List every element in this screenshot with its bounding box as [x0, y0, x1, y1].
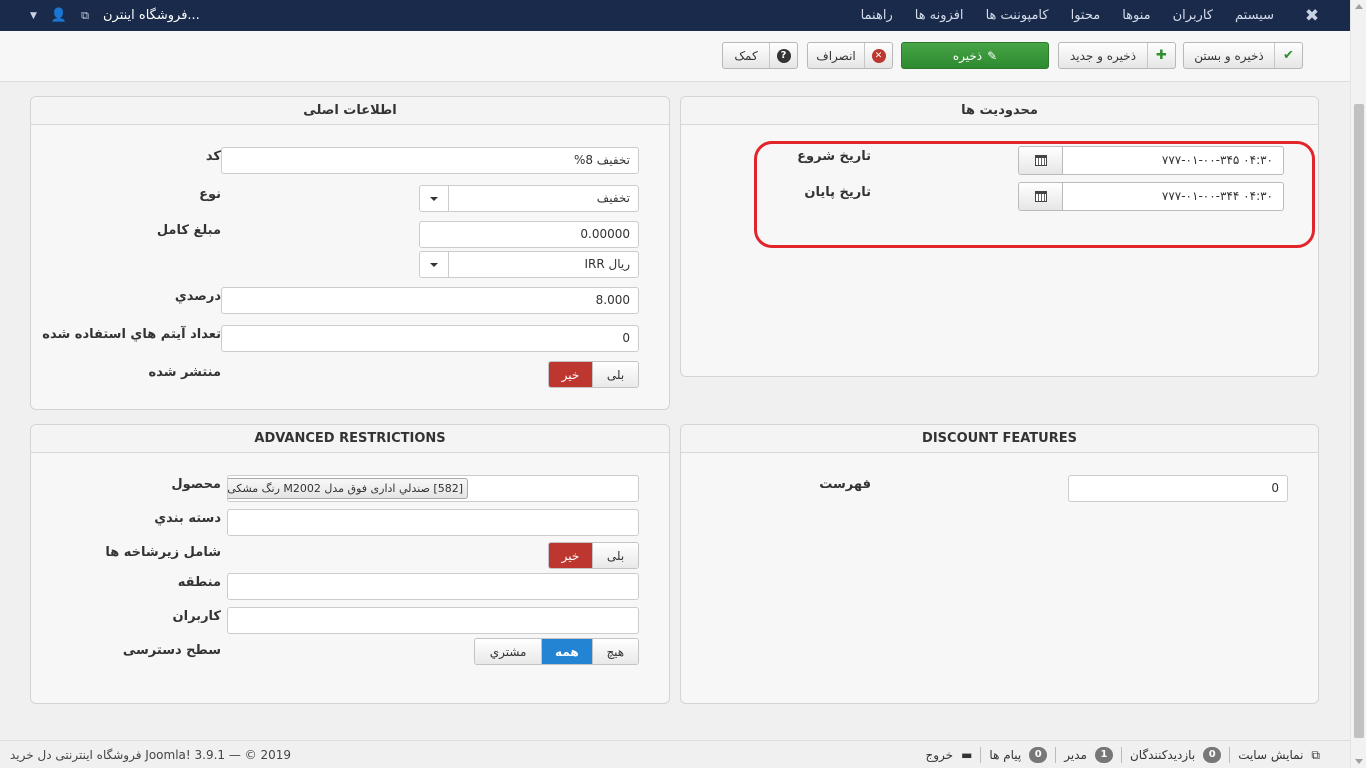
region-input[interactable] [227, 573, 639, 600]
access-level-label: سطح دسترسی [122, 643, 221, 658]
edit-icon: ✎ [987, 48, 998, 63]
access-level-toggle: هیچ همه مشتري [474, 638, 639, 665]
advanced-restrictions-title: ADVANCED RESTRICTIONS [31, 425, 669, 453]
chevron-down-icon [420, 252, 449, 277]
category-label: دسته بندي [154, 511, 221, 526]
menu-extensions[interactable]: افزونه ها [915, 8, 964, 23]
include-sub-yes-button[interactable]: بلی [593, 543, 638, 568]
save-button[interactable]: ✎ ذخیره [901, 42, 1049, 69]
view-site-link[interactable]: نمایش سایت [1238, 748, 1303, 762]
logout-link[interactable]: خروج [925, 748, 953, 762]
dropdown-caret-icon[interactable]: ▼ [30, 11, 37, 21]
navbar-user-area: ▼ 👤 ⧉ فروشگاه اینترن... [30, 0, 200, 31]
chevron-down-icon [420, 186, 449, 211]
toolbar: ✔ ذخیره و بستن ✚ ذخیره و جدید ✎ ذخیره ✕ ا… [0, 31, 1350, 82]
check-icon: ✔ [1274, 43, 1302, 68]
question-icon: ? [769, 43, 797, 68]
menu-content[interactable]: محتوا [1071, 8, 1101, 23]
visitors-label[interactable]: بازدیدکنندگان [1130, 748, 1195, 762]
joomla-logo-icon[interactable]: ✖ [1302, 6, 1322, 26]
messages-badge: 0 [1029, 747, 1048, 763]
main-info-panel: اطلاعات اصلی کد تخفیف 8% نوع تخفیف مبلغ … [30, 96, 670, 410]
code-label: کد [205, 149, 221, 164]
code-input[interactable]: تخفیف 8% [221, 147, 639, 174]
product-input[interactable]: [582] صندلي اداری فوق مدل M2002 رنگ مشکی… [227, 475, 639, 502]
scrollbar-thumb[interactable] [1354, 104, 1364, 738]
published-toggle: بلی خیر [548, 361, 639, 388]
external-link-icon: ⧉ [1311, 747, 1320, 762]
category-input[interactable] [227, 509, 639, 536]
type-select[interactable]: تخفیف [419, 185, 639, 212]
main-info-title: اطلاعات اصلی [31, 97, 669, 125]
type-label: نوع [199, 187, 221, 202]
users-input[interactable] [227, 607, 639, 634]
messages-label[interactable]: پیام ها [989, 748, 1021, 762]
access-customer-button[interactable]: مشتري [475, 639, 543, 664]
percent-label: درصدي [174, 289, 221, 304]
minus-icon: ▬ [961, 748, 973, 762]
vertical-scrollbar[interactable] [1350, 0, 1366, 768]
amount-label: مبلغ کامل [156, 223, 221, 238]
cancel-circle-icon: ✕ [864, 43, 892, 68]
external-link-icon: ⧉ [81, 8, 89, 22]
status-footer: ⧉ نمایش سایت 0 بازدیدکنندگان 1 مدیر 0 پی… [0, 740, 1350, 768]
menu-system[interactable]: سیستم [1235, 8, 1274, 23]
discount-features-title: DISCOUNT FEATURES [681, 425, 1318, 453]
plus-icon: ✚ [1147, 43, 1175, 68]
include-sub-toggle: بلی خیر [548, 542, 639, 569]
published-yes-button[interactable]: بلی [593, 362, 638, 387]
published-label: منتشر شده [148, 365, 221, 380]
access-all-button[interactable]: همه [542, 639, 593, 664]
save-close-button[interactable]: ✔ ذخیره و بستن [1183, 42, 1303, 69]
help-button[interactable]: ? کمک [722, 42, 798, 69]
users-label: کاربران [172, 609, 221, 624]
user-icon[interactable]: 👤 [51, 8, 67, 23]
main-menu: سیستم کاربران منوها محتوا کامپوننت ها اف… [861, 0, 1274, 31]
include-sub-no-button[interactable]: خیر [549, 543, 594, 568]
scroll-down-arrow-icon[interactable] [1355, 759, 1363, 764]
site-name-link[interactable]: فروشگاه اینترن... [103, 8, 200, 23]
cancel-button[interactable]: ✕ انصراف [807, 42, 893, 69]
amount-input[interactable]: 0.00000 [419, 221, 639, 248]
order-label: فهرست [819, 477, 871, 492]
scroll-up-arrow-icon[interactable] [1355, 4, 1363, 9]
footer-status-items: ⧉ نمایش سایت 0 بازدیدکنندگان 1 مدیر 0 پی… [925, 741, 1320, 768]
include-sub-label: شامل زیرشاخه ها [105, 545, 221, 560]
menu-menus[interactable]: منوها [1122, 8, 1150, 23]
percent-input[interactable]: 8.000 [221, 287, 639, 314]
menu-help[interactable]: راهنما [861, 8, 893, 23]
visitors-badge: 0 [1203, 747, 1222, 763]
save-new-button[interactable]: ✚ ذخیره و جدید [1058, 42, 1176, 69]
discount-features-panel: DISCOUNT FEATURES فهرست 0 [680, 424, 1319, 704]
highlight-annotation [754, 141, 1315, 248]
admin-label[interactable]: مدیر [1064, 748, 1087, 762]
access-none-button[interactable]: هیچ [592, 639, 638, 664]
menu-components[interactable]: کامپوننت ها [986, 8, 1049, 23]
currency-select[interactable]: ریال IRR [419, 251, 639, 278]
published-no-button[interactable]: خیر [549, 362, 594, 387]
copyright-text: فروشگاه اینترنتی دل خرید Joomla! 3.9.1 —… [10, 748, 292, 762]
used-items-label: تعداد آیتم هاي استفاده شده [42, 327, 221, 342]
region-label: منطقه [177, 575, 221, 590]
product-label: محصول [171, 477, 221, 492]
admin-badge: 1 [1094, 747, 1113, 763]
restrictions-title: محدودیت ها [681, 97, 1318, 125]
menu-users[interactable]: کاربران [1173, 8, 1213, 23]
used-items-input[interactable]: 0 [221, 325, 639, 352]
advanced-restrictions-panel: ADVANCED RESTRICTIONS محصول [582] صندلي … [30, 424, 670, 704]
order-input[interactable]: 0 [1068, 475, 1288, 502]
product-tag: [582] صندلي اداری فوق مدل M2002 رنگ مشکی… [228, 478, 468, 499]
top-navbar: ✖ سیستم کاربران منوها محتوا کامپوننت ها … [0, 0, 1350, 31]
